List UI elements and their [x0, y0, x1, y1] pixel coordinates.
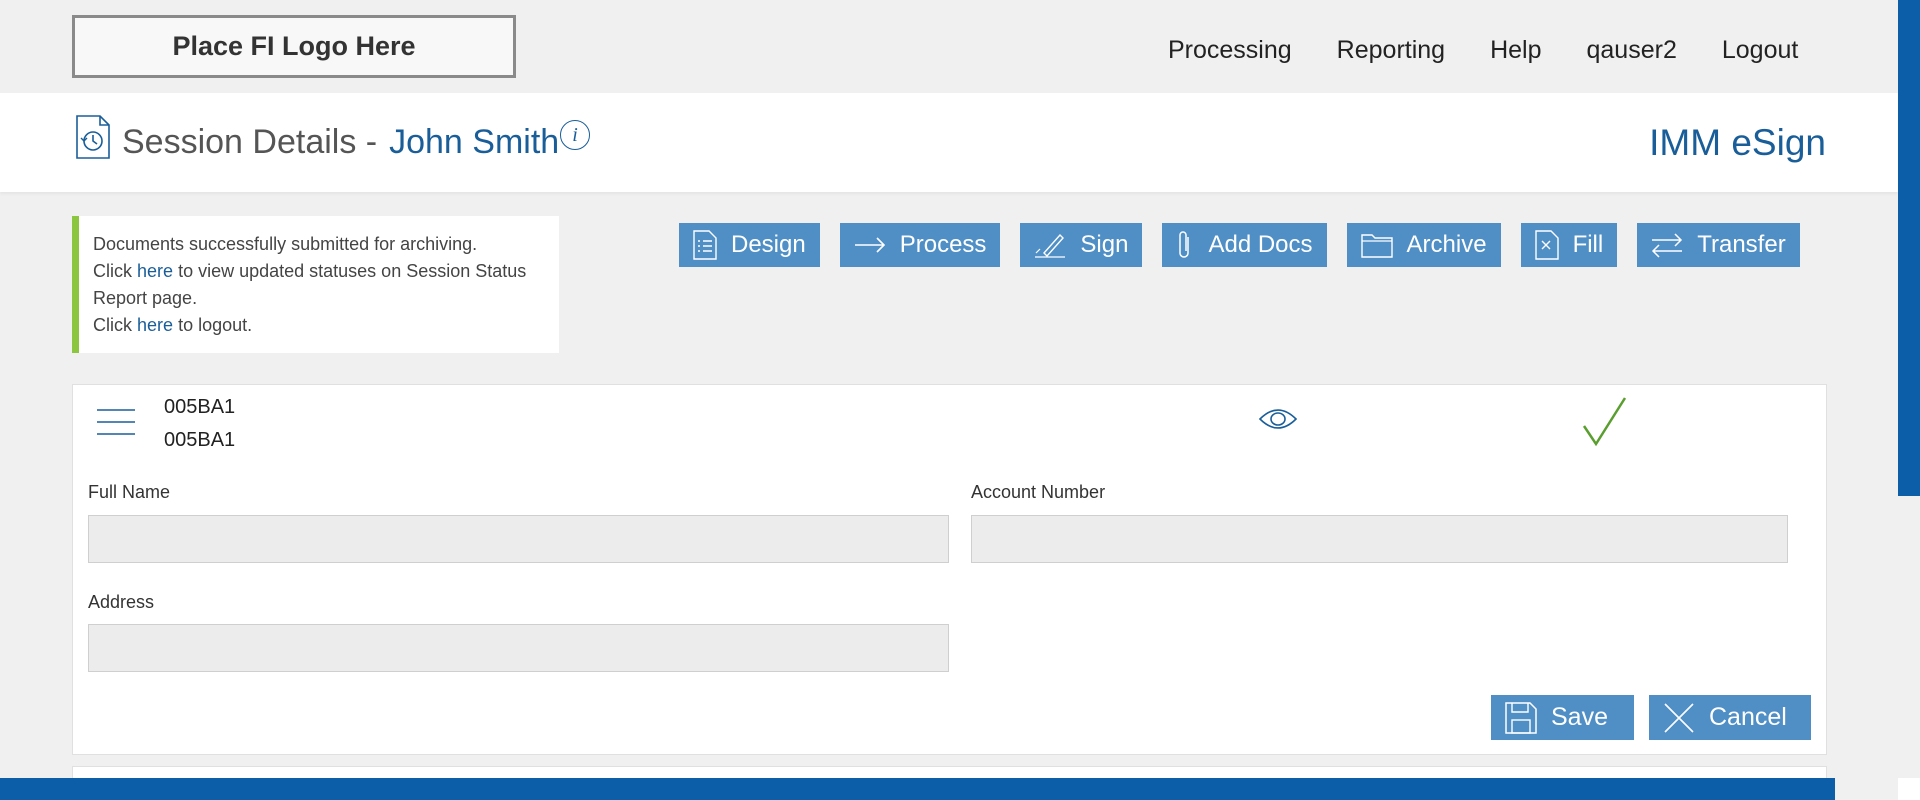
nav-user[interactable]: qauser2: [1587, 36, 1677, 65]
page-title-label: Session Details -: [122, 123, 378, 161]
notice-click-text: Click: [93, 261, 132, 281]
success-notice: Documents successfully submitted for arc…: [72, 216, 559, 353]
nav-help[interactable]: Help: [1490, 36, 1541, 65]
client-name: John Smith: [389, 123, 560, 161]
bottom-bar: [0, 778, 1835, 800]
add-docs-button[interactable]: Add Docs: [1162, 223, 1327, 267]
fill-button[interactable]: Fill: [1520, 223, 1618, 267]
full-name-field[interactable]: [88, 515, 949, 563]
logout-link[interactable]: here: [137, 315, 173, 335]
nav-logout[interactable]: Logout: [1722, 36, 1798, 65]
floppy-disk-icon: [1505, 701, 1537, 734]
sign-label: Sign: [1080, 231, 1129, 258]
account-number-label: Account Number: [971, 482, 1106, 502]
notice-line-3: Click here to logout.: [93, 312, 559, 339]
account-number-field[interactable]: [971, 515, 1788, 563]
archive-label: Archive: [1406, 231, 1487, 258]
cancel-button[interactable]: Cancel: [1649, 695, 1811, 740]
checkmark-icon: [1582, 397, 1627, 447]
close-icon: [1664, 702, 1694, 733]
logo-placeholder: Place FI Logo Here: [72, 15, 516, 78]
fill-label: Fill: [1572, 231, 1604, 258]
notice-line-2: Click here to view updated statuses on S…: [93, 258, 559, 312]
save-label: Save: [1551, 703, 1608, 731]
form-file-icon: [1534, 230, 1559, 260]
address-field[interactable]: [88, 624, 949, 672]
notice-click-text-2: Click: [93, 315, 132, 335]
process-button[interactable]: Process: [839, 223, 1001, 267]
transfer-label: Transfer: [1697, 231, 1786, 258]
nav-processing[interactable]: Processing: [1168, 36, 1292, 65]
logo-text: Place FI Logo Here: [172, 31, 416, 61]
action-toolbar: Design Process Sign Add Docs Archive Fil…: [679, 223, 1800, 267]
cancel-label: Cancel: [1709, 703, 1787, 731]
document-code-secondary: 005BA1: [164, 429, 236, 451]
design-label: Design: [731, 231, 806, 258]
full-name-label: Full Name: [88, 482, 171, 502]
page-title: Session Details - John Smith: [122, 123, 559, 162]
address-label: Address: [88, 592, 155, 612]
paperclip-icon: [1179, 231, 1190, 258]
document-list-icon: [693, 230, 717, 260]
notice-line-3-rest: to logout.: [178, 315, 253, 335]
sign-button[interactable]: Sign: [1020, 223, 1143, 267]
brand-name: IMM eSign: [1649, 122, 1826, 163]
corner-block: [1898, 778, 1920, 800]
save-button[interactable]: Save: [1491, 695, 1634, 740]
transfer-arrows-icon: [1652, 233, 1683, 258]
folder-icon: [1360, 234, 1393, 258]
session-history-icon: [76, 115, 110, 159]
eye-icon[interactable]: [1258, 404, 1298, 434]
status-report-link[interactable]: here: [137, 261, 173, 281]
top-bar: Place FI Logo Here Processing Reporting …: [0, 0, 1898, 93]
info-icon[interactable]: i: [560, 120, 590, 150]
hamburger-menu-icon[interactable]: [96, 408, 136, 436]
add-docs-label: Add Docs: [1208, 231, 1313, 258]
transfer-button[interactable]: Transfer: [1637, 223, 1800, 267]
nav-reporting[interactable]: Reporting: [1337, 36, 1445, 65]
side-stripe: [1898, 0, 1920, 496]
notice-line-1: Documents successfully submitted for arc…: [93, 234, 478, 254]
design-button[interactable]: Design: [679, 223, 820, 267]
top-navigation: Processing Reporting Help qauser2 Logout: [1168, 36, 1843, 65]
pen-icon: [1035, 233, 1066, 258]
process-label: Process: [899, 231, 987, 258]
archive-button[interactable]: Archive: [1346, 223, 1501, 267]
document-code: 005BA1: [164, 396, 236, 418]
arrow-right-icon: [854, 237, 885, 253]
